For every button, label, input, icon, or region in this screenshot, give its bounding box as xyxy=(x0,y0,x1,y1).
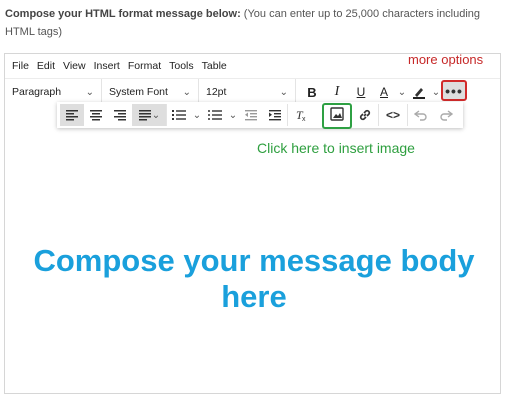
outdent-icon[interactable] xyxy=(239,104,263,126)
chevron-down-icon[interactable]: ⌄ xyxy=(395,87,409,98)
clear-format-icon[interactable]: Tx xyxy=(288,104,314,126)
more-options-annotation: more options xyxy=(408,52,484,67)
main-toolbar: Paragraph ⌄ System Font ⌄ 12pt ⌄ B I U A… xyxy=(5,78,500,105)
insert-image-button[interactable] xyxy=(322,103,352,129)
more-options-button[interactable]: ••• xyxy=(441,80,467,101)
code-icon[interactable]: <> xyxy=(379,104,407,126)
chevron-down-icon: ⌄ xyxy=(182,86,191,98)
instructions-bold: Compose your HTML format message below: xyxy=(5,8,241,20)
indent-icon[interactable] xyxy=(263,104,287,126)
menu-insert[interactable]: Insert xyxy=(94,60,120,72)
secondary-toolbar: ⌄ ⌄ ⌄ Tx <> xyxy=(57,102,463,128)
align-center-icon[interactable] xyxy=(84,104,108,126)
highlight-icon[interactable] xyxy=(409,81,429,103)
link-icon[interactable] xyxy=(352,104,378,126)
menu-table[interactable]: Table xyxy=(202,60,227,72)
redo-icon[interactable] xyxy=(434,104,458,126)
svg-text:x: x xyxy=(302,116,306,122)
menu-file[interactable]: File xyxy=(12,60,29,72)
menu-view[interactable]: View xyxy=(63,60,86,72)
align-left-icon[interactable] xyxy=(60,104,84,126)
undo-icon[interactable] xyxy=(408,104,434,126)
insert-image-annotation: Click here to insert image xyxy=(257,140,415,156)
numbered-list-icon[interactable] xyxy=(167,104,191,126)
menu-format[interactable]: Format xyxy=(128,60,161,72)
chevron-down-icon: ⌄ xyxy=(151,109,161,121)
chevron-down-icon[interactable]: ⌄ xyxy=(191,110,203,121)
chevron-down-icon[interactable]: ⌄ xyxy=(227,110,239,121)
menu-tools[interactable]: Tools xyxy=(169,60,194,72)
block-format-value: Paragraph xyxy=(12,86,62,98)
font-family-value: System Font xyxy=(109,86,168,98)
image-icon xyxy=(330,106,344,126)
chevron-down-icon: ⌄ xyxy=(85,86,94,98)
text-color-button[interactable]: A xyxy=(373,81,395,103)
chevron-down-icon: ⌄ xyxy=(279,86,288,98)
compose-body-annotation: Compose your message body here xyxy=(33,243,475,314)
bold-button[interactable]: B xyxy=(299,81,325,103)
instructions: Compose your HTML format message below: … xyxy=(5,5,500,41)
font-size-value: 12pt xyxy=(206,86,227,98)
align-justify-icon[interactable]: ⌄ xyxy=(132,104,166,126)
menu-edit[interactable]: Edit xyxy=(37,60,55,72)
align-right-icon[interactable] xyxy=(108,104,132,126)
underline-button[interactable]: U xyxy=(349,81,373,103)
bullet-list-icon[interactable] xyxy=(203,104,227,126)
italic-button[interactable]: I xyxy=(325,81,349,103)
